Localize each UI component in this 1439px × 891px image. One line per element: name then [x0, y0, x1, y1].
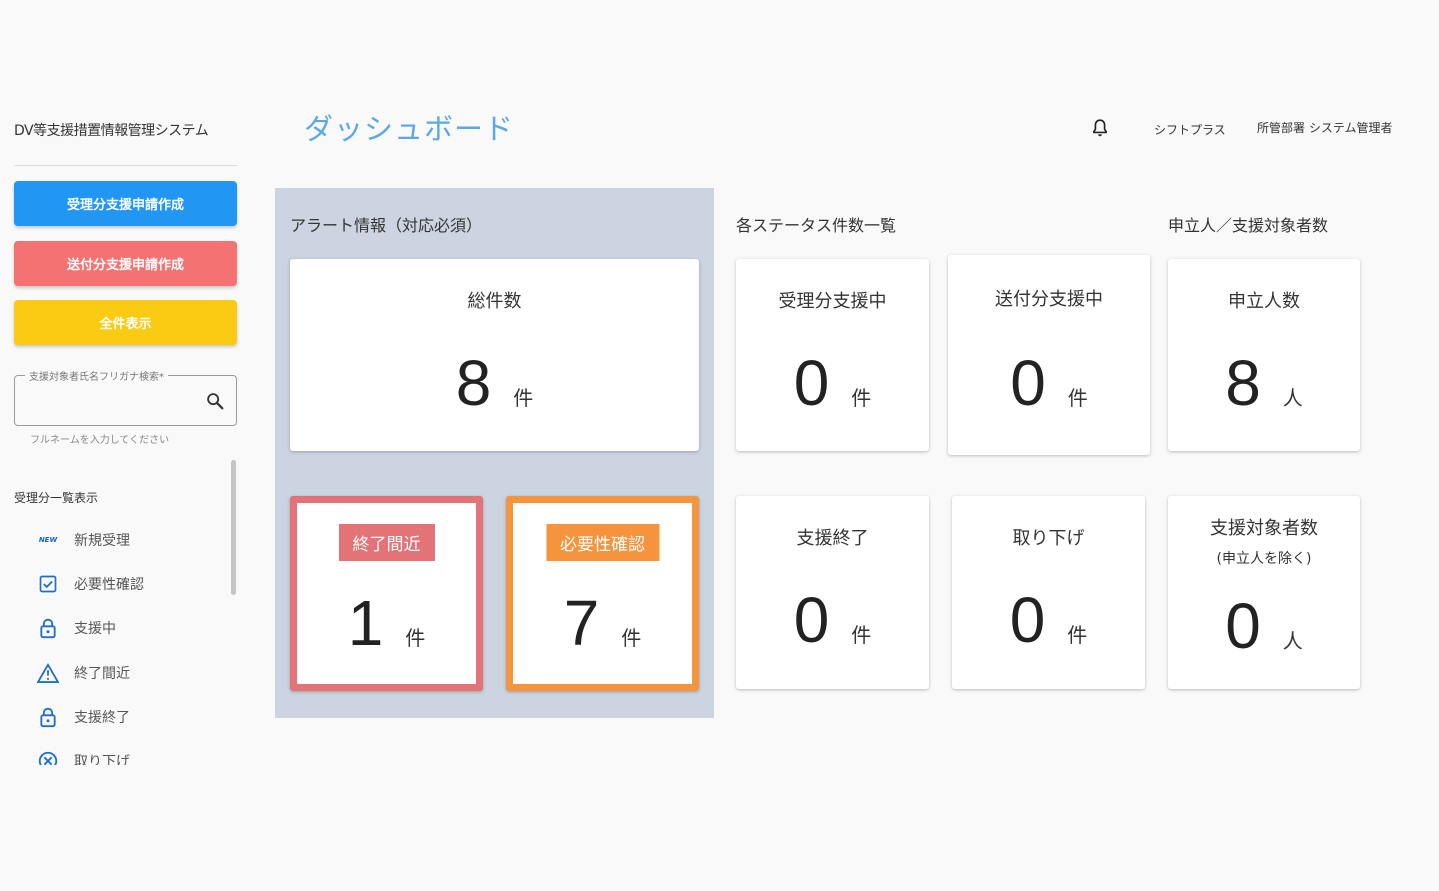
- card-unit: 件: [513, 386, 534, 410]
- ending-soon-badge: 終了間近: [338, 524, 435, 561]
- create-received-support-button[interactable]: 受理分支援申請作成: [14, 181, 237, 226]
- card-unit: 人: [1282, 629, 1303, 653]
- warning-icon: [37, 662, 59, 684]
- card-label: 支援対象者数: [1210, 518, 1318, 539]
- sidebar-item-label: 新規受理: [74, 533, 130, 549]
- withdrawn-card[interactable]: 取り下げ 0 件: [952, 496, 1145, 689]
- app-title: DV等支援措置情報管理システム: [14, 123, 209, 139]
- card-label: 取り下げ: [1012, 528, 1085, 549]
- sidebar-item-label: 終了間近: [74, 666, 130, 682]
- persons-section-title: 申立人／支援対象者数: [1168, 216, 1329, 235]
- furigana-search-field[interactable]: 支援対象者氏名フリガナ検索*: [14, 368, 237, 426]
- status-section-title: 各ステータス件数一覧: [736, 216, 897, 235]
- card-value: 8: [455, 347, 492, 419]
- card-label: 総件数: [467, 291, 522, 312]
- lock-icon: [37, 617, 59, 639]
- sidebar-divider: [14, 165, 237, 166]
- card-label: 受理分支援中: [778, 291, 887, 312]
- sidebar-item-ending-soon[interactable]: 終了間近: [0, 653, 230, 693]
- need-confirm-card[interactable]: 必要性確認 7 件: [506, 496, 699, 691]
- card-value: 8: [1225, 347, 1261, 419]
- checkbox-icon: [37, 573, 59, 595]
- card-value: 0: [1225, 590, 1261, 662]
- alert-section-title: アラート情報（対応必須）: [290, 216, 483, 235]
- new-icon: NEW: [38, 536, 58, 544]
- card-value: 0: [1009, 584, 1046, 656]
- create-sent-support-button[interactable]: 送付分支援申請作成: [14, 241, 237, 286]
- total-alerts-card[interactable]: 総件数 8 件: [290, 259, 699, 451]
- sidebar-item-withdrawn[interactable]: 取り下げ: [0, 741, 230, 765]
- sidebar-item-label: 取り下げ: [74, 754, 130, 765]
- card-unit: 件: [405, 626, 426, 650]
- card-value: 7: [563, 587, 600, 659]
- sidebar-item-label: 支援終了: [74, 710, 130, 726]
- card-value: 0: [1010, 347, 1046, 419]
- card-unit: 件: [621, 626, 642, 650]
- card-label: 申立人数: [1228, 291, 1300, 312]
- card-label: 支援終了: [796, 528, 869, 549]
- card-unit: 件: [1067, 623, 1088, 647]
- support-targets-card[interactable]: 支援対象者数 (申立人を除く) 0 人: [1168, 496, 1360, 689]
- need-confirm-badge: 必要性確認: [546, 524, 659, 561]
- card-label: 送付分支援中: [995, 289, 1103, 310]
- page-title: ダッシュボード: [304, 112, 515, 146]
- cancel-icon: [37, 750, 59, 765]
- sidebar-item-label: 支援中: [74, 621, 116, 637]
- search-helper-text: フルネームを入力してください: [30, 435, 170, 446]
- sidebar-scrollbar[interactable]: [231, 460, 236, 595]
- sidebar-item-label: 必要性確認: [74, 577, 144, 593]
- received-list-header: 受理分一覧表示: [14, 491, 99, 505]
- card-unit: 件: [851, 623, 872, 647]
- card-unit: 件: [851, 386, 872, 410]
- search-field-label: 支援対象者氏名フリガナ検索*: [25, 368, 168, 383]
- lock-icon: [37, 706, 59, 728]
- user-menu[interactable]: 所管部署 システム管理者: [1257, 119, 1392, 136]
- sent-support-card[interactable]: 送付分支援中 0 件: [948, 255, 1150, 455]
- sidebar-item-need-confirm[interactable]: 必要性確認: [0, 564, 230, 604]
- card-value: 0: [793, 347, 830, 419]
- card-sublabel: (申立人を除く): [1216, 551, 1312, 567]
- search-icon[interactable]: [204, 390, 226, 412]
- card-value: 0: [793, 584, 830, 656]
- bell-icon[interactable]: [1089, 117, 1111, 139]
- card-unit: 件: [1067, 386, 1088, 410]
- sidebar-item-support-end[interactable]: 支援終了: [0, 697, 230, 737]
- support-end-card[interactable]: 支援終了 0 件: [736, 496, 929, 689]
- sidebar-item-supporting[interactable]: 支援中: [0, 608, 230, 648]
- card-unit: 人: [1282, 386, 1303, 410]
- show-all-button[interactable]: 全件表示: [14, 300, 237, 345]
- received-support-card[interactable]: 受理分支援中 0 件: [736, 259, 929, 451]
- shift-plus-link[interactable]: シフトプラス: [1154, 121, 1226, 138]
- received-list: NEW 新規受理 必要性確認 支援中 終了間近 支援終了 取り下げ: [0, 520, 230, 765]
- sidebar-item-new[interactable]: NEW 新規受理: [0, 520, 230, 560]
- card-value: 1: [347, 587, 384, 659]
- applicants-card[interactable]: 申立人数 8 人: [1168, 259, 1360, 451]
- ending-soon-card[interactable]: 終了間近 1 件: [290, 496, 483, 691]
